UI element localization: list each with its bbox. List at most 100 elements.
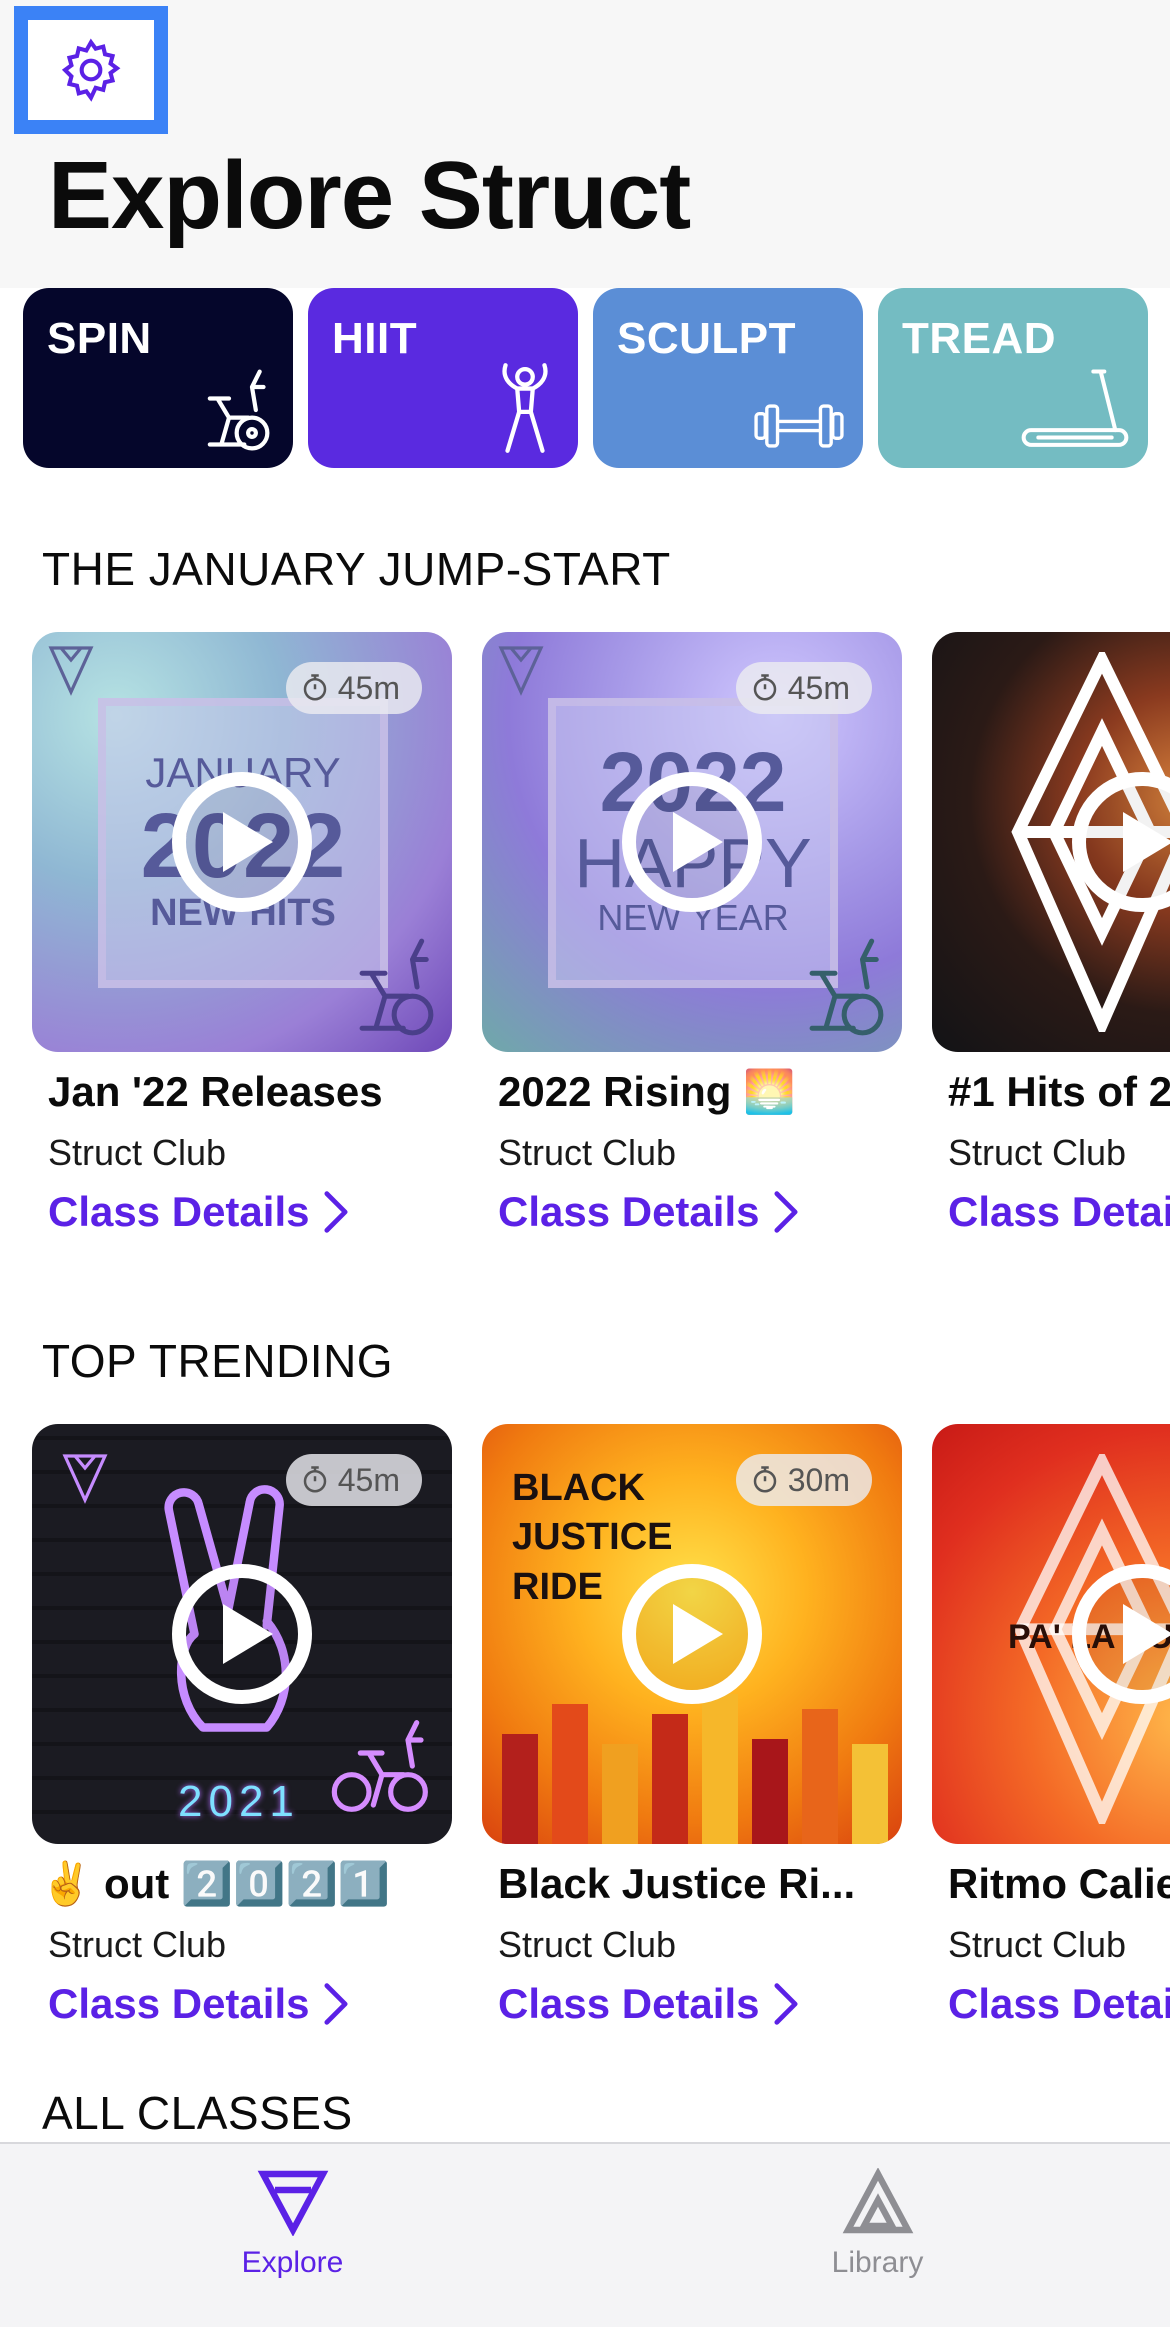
- bike-icon: [809, 938, 884, 1036]
- dumbbell-icon: [754, 404, 844, 448]
- struct-logo-icon: [498, 646, 544, 696]
- category-tiles: SPIN HIIT SCULPT TREAD: [0, 288, 1170, 470]
- duration-badge: 45m: [285, 1454, 422, 1506]
- category-label: TREAD: [902, 314, 1057, 363]
- category-tile-tread[interactable]: TREAD: [878, 288, 1148, 468]
- class-thumbnail[interactable]: PA' LA CU: [932, 1424, 1170, 1844]
- tab-label: Explore: [241, 2246, 344, 2279]
- card-title: #1 Hits of 2: [948, 1068, 1170, 1115]
- art-text: BLACK: [512, 1467, 645, 1509]
- chevron-right-icon: [774, 1191, 799, 1233]
- class-details-link[interactable]: Class Details: [48, 1188, 349, 1236]
- card-title: ✌️ out 2️⃣0️⃣2️⃣1️⃣: [40, 1860, 391, 1907]
- play-icon: [673, 812, 723, 872]
- duration-text: 30m: [787, 1461, 850, 1498]
- play-button[interactable]: [622, 772, 762, 912]
- tab-bar: Explore Library: [0, 2142, 1170, 2327]
- class-details-label: Class Details: [48, 1188, 310, 1235]
- card-title: Jan '22 Releases: [48, 1068, 383, 1115]
- card-subtitle: Struct Club: [48, 1132, 227, 1173]
- play-button[interactable]: [172, 772, 312, 912]
- timer-icon: [303, 1466, 326, 1493]
- category-label: HIIT: [332, 314, 418, 363]
- card-subtitle: Struct Club: [948, 1924, 1127, 1965]
- timer-icon: [753, 674, 776, 701]
- class-card[interactable]: BLACK JUSTICE RIDE 30m Black Justice Ri.…: [482, 1424, 902, 2027]
- class-thumbnail[interactable]: BLACK JUSTICE RIDE 30m: [482, 1424, 902, 1844]
- class-thumbnail[interactable]: 2021 45m: [32, 1424, 452, 1844]
- settings-button-inner: [28, 20, 154, 120]
- class-details-link[interactable]: Class Detai: [948, 1980, 1170, 2028]
- class-details-label: Class Details: [48, 1980, 310, 2027]
- play-button[interactable]: [622, 1564, 762, 1704]
- tab-explore[interactable]: Explore: [0, 2144, 585, 2327]
- explore-logo-icon: [257, 2170, 328, 2236]
- library-logo-icon: [842, 2168, 913, 2234]
- carousel-top-trending: 2021 45m ✌️ out 2️⃣0️⃣2️⃣1️⃣ Struct Club…: [0, 1424, 1170, 2064]
- class-details-label: Class Detai: [948, 1980, 1170, 2027]
- play-button[interactable]: [172, 1564, 312, 1704]
- class-card[interactable]: #1 Hits of 2 Struct Club Class Detai: [932, 632, 1170, 1235]
- category-tile-sculpt[interactable]: SCULPT: [593, 288, 863, 468]
- art-text: JUSTICE: [512, 1516, 673, 1559]
- class-details-link[interactable]: Class Details: [498, 1188, 799, 1236]
- card-subtitle: Struct Club: [948, 1132, 1127, 1173]
- settings-button[interactable]: [14, 6, 168, 134]
- category-tile-hiit[interactable]: HIIT: [308, 288, 578, 468]
- class-details-link[interactable]: Class Details: [498, 1980, 799, 2028]
- tab-label: Library: [831, 2246, 924, 2279]
- bike-icon: [207, 369, 270, 451]
- class-details-link[interactable]: Class Details: [48, 1980, 349, 2028]
- play-icon: [1123, 812, 1170, 872]
- section-title-all-classes: ALL CLASSES: [42, 2087, 353, 2139]
- class-details-label: Class Detai: [948, 1188, 1170, 1235]
- struct-logo-icon: [48, 646, 94, 696]
- timer-icon: [753, 1466, 776, 1493]
- carousel-january: JANUARY 2022 NEW HITS 45m Jan '22 Releas…: [0, 632, 1170, 1272]
- bike-icon: [331, 1720, 428, 1812]
- card-title: Ritmo Calie: [948, 1860, 1170, 1907]
- page-title: Explore Struct: [48, 142, 691, 249]
- section-title: THE JANUARY JUMP-START: [42, 543, 671, 595]
- duration-text: 45m: [787, 669, 850, 706]
- class-card[interactable]: JANUARY 2022 NEW HITS 45m Jan '22 Releas…: [32, 632, 452, 1235]
- class-thumbnail[interactable]: 2022 HAPPY NEW YEAR 45m: [482, 632, 902, 1052]
- class-details-label: Class Details: [498, 1980, 760, 2027]
- card-subtitle: Struct Club: [498, 1132, 677, 1173]
- card-title: Black Justice Ri...: [498, 1860, 856, 1907]
- class-card[interactable]: 2021 45m ✌️ out 2️⃣0️⃣2️⃣1️⃣ Struct Club…: [32, 1424, 452, 2027]
- play-icon: [1123, 1604, 1170, 1664]
- card-subtitle: Struct Club: [48, 1924, 227, 1965]
- card-subtitle: Struct Club: [498, 1924, 677, 1965]
- category-tile-spin[interactable]: SPIN: [23, 288, 293, 468]
- gear-icon: [61, 38, 121, 102]
- struct-logo-icon: [62, 1454, 108, 1504]
- class-card[interactable]: 2022 HAPPY NEW YEAR 45m 2022 Rising 🌅 St…: [482, 632, 902, 1235]
- chevron-right-icon: [774, 1983, 799, 2025]
- class-thumbnail[interactable]: JANUARY 2022 NEW HITS 45m: [32, 632, 452, 1052]
- class-thumbnail[interactable]: [932, 632, 1170, 1052]
- category-label: SPIN: [47, 314, 152, 363]
- chevron-right-icon: [324, 1983, 349, 2025]
- card-title: 2022 Rising 🌅: [498, 1068, 796, 1115]
- play-icon: [223, 812, 273, 872]
- duration-text: 45m: [337, 1461, 400, 1498]
- jumping-person-icon: [502, 363, 548, 453]
- duration-text: 45m: [337, 669, 400, 706]
- category-label: SCULPT: [617, 314, 796, 363]
- tab-library[interactable]: Library: [585, 2144, 1170, 2327]
- class-card[interactable]: PA' LA CU Ritmo Calie Struct Club Class …: [932, 1424, 1170, 2027]
- duration-badge: 45m: [735, 662, 872, 714]
- class-details-link[interactable]: Class Detai: [948, 1188, 1170, 1236]
- duration-badge: 45m: [285, 662, 422, 714]
- bike-icon: [359, 938, 434, 1036]
- play-icon: [223, 1604, 273, 1664]
- chevron-right-icon: [324, 1191, 349, 1233]
- duration-badge: 30m: [735, 1454, 872, 1506]
- class-details-label: Class Details: [498, 1188, 760, 1235]
- treadmill-icon: [1021, 369, 1129, 447]
- section-title: TOP TRENDING: [42, 1335, 394, 1387]
- art-text: 2021: [178, 1777, 300, 1826]
- header: Explore Struct: [0, 0, 1170, 288]
- timer-icon: [303, 674, 326, 701]
